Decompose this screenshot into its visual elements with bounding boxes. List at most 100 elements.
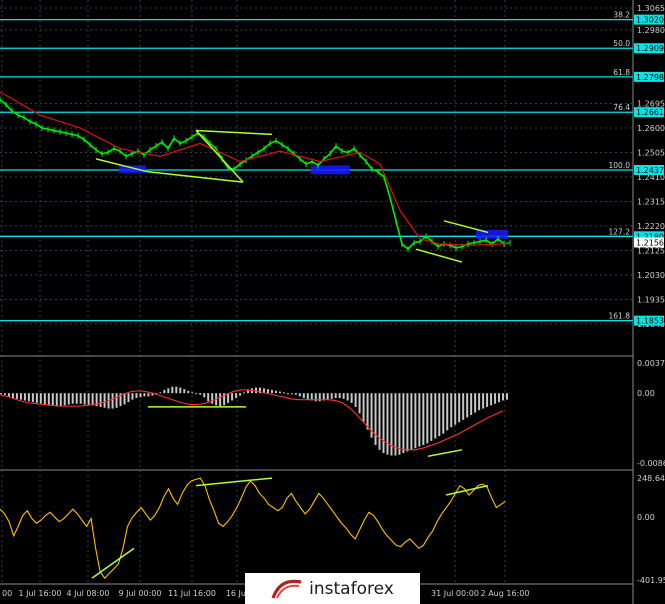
macd-bar-32: [127, 393, 130, 403]
macd-bar-82: [326, 393, 329, 400]
macd-bar-97: [386, 393, 389, 455]
macd-bar-121: [482, 393, 485, 409]
macd-bar-10: [39, 393, 42, 404]
fibo-label-1: 50.0: [613, 39, 630, 48]
macd-bar-103: [410, 393, 413, 450]
macd-bar-18: [71, 393, 74, 404]
price-tick-1: 1.2980: [637, 26, 665, 35]
price-tick-9: 1.2030: [637, 271, 665, 280]
macd-bar-89: [354, 393, 357, 407]
fibo-label-2: 61.8: [613, 68, 630, 77]
macd-bar-86: [342, 393, 345, 399]
price-tick-4: 1.2505: [637, 148, 665, 157]
time-tick-4: 11 Jul 16:00: [168, 589, 216, 598]
macd-bar-109: [434, 393, 437, 439]
macd-tick-1: 0.00: [637, 389, 655, 398]
macd-bar-124: [494, 393, 497, 404]
osc-tick-2: -401.958: [637, 576, 665, 585]
macd-bar-114: [454, 393, 457, 425]
macd-bar-40: [159, 392, 162, 394]
macd-bar-19: [75, 393, 78, 404]
macd-bar-9: [35, 393, 38, 403]
zone-1: [311, 165, 350, 175]
macd-bar-95: [378, 393, 381, 450]
macd-bar-13: [51, 393, 54, 406]
macd-bar-118: [470, 393, 473, 416]
macd-bar-59: [235, 393, 238, 399]
macd-bar-102: [406, 393, 409, 452]
macd-bar-60: [239, 393, 242, 396]
macd-bar-4: [15, 393, 18, 399]
fibo-label-3: 76.4: [613, 103, 630, 112]
macd-bar-43: [171, 386, 174, 394]
watermark: instaforex: [245, 573, 420, 604]
macd-bar-107: [426, 393, 429, 444]
macd-bar-36: [143, 393, 146, 397]
macd-bar-99: [394, 393, 397, 456]
macd-bar-26: [103, 393, 106, 408]
price-tick-0: 1.3065: [637, 4, 665, 13]
fibo-badge-text-0: 1.3020: [636, 16, 664, 25]
macd-bar-101: [402, 393, 405, 454]
macd-bar-47: [187, 390, 190, 394]
time-tick-6: 31 Jul 00:00: [431, 589, 479, 598]
macd-bar-92: [366, 393, 369, 430]
macd-bar-0: [0, 393, 2, 395]
macd-bar-77: [306, 393, 309, 400]
price-tick-10: 1.1935: [637, 295, 665, 304]
macd-bar-34: [135, 393, 138, 399]
instaforex-logo-icon: [271, 579, 302, 599]
macd-bar-75: [298, 393, 301, 397]
macd-bar-29: [115, 393, 118, 408]
fibo-label-0: 38.2: [613, 11, 630, 20]
macd-bar-105: [418, 393, 421, 447]
macd-bar-44: [175, 386, 178, 394]
fibo-label-4: 100.0: [609, 161, 631, 170]
osc-tick-0: 248.6406: [637, 474, 665, 483]
macd-bar-108: [430, 393, 433, 441]
macd-bar-55: [219, 393, 222, 407]
macd-bar-106: [422, 393, 425, 445]
macd-bar-14: [55, 393, 58, 407]
macd-bar-5: [19, 393, 22, 400]
macd-bar-28: [111, 393, 114, 409]
macd-bar-72: [286, 393, 289, 395]
macd-bar-96: [382, 393, 385, 454]
time-tick-1: 1 Jul 16:00: [19, 589, 62, 598]
macd-bar-68: [270, 389, 273, 394]
macd-bar-21: [83, 393, 86, 405]
fibo-label-5: 127.2: [609, 227, 631, 236]
osc-tick-1: 0.00: [637, 513, 655, 522]
macd-bar-127: [506, 393, 509, 400]
fibo-badge-text-2: 1.2798: [636, 73, 664, 82]
macd-bar-50: [199, 393, 202, 395]
macd-bar-37: [147, 393, 150, 397]
macd-bar-70: [278, 391, 281, 394]
macd-bar-111: [442, 393, 445, 434]
macd-bar-22: [87, 393, 90, 406]
macd-bar-91: [362, 393, 365, 422]
macd-bar-3: [11, 393, 14, 399]
macd-bar-100: [398, 393, 401, 455]
macd-bar-87: [346, 393, 349, 401]
price-tick-3: 1.2600: [637, 124, 665, 133]
macd-bar-35: [139, 393, 142, 398]
macd-bar-41: [163, 389, 166, 394]
macd-bar-120: [478, 393, 481, 411]
macd-bar-83: [330, 393, 333, 399]
macd-bar-76: [302, 393, 305, 399]
macd-bar-15: [59, 393, 62, 407]
macd-tick-0: 0.00373: [637, 359, 665, 368]
watermark-text: instaforex: [309, 578, 394, 599]
macd-bar-49: [195, 393, 198, 395]
macd-bar-33: [131, 393, 134, 400]
macd-bar-1: [3, 393, 6, 395]
fibo-badge-text-1: 1.2909: [636, 44, 664, 53]
macd-bar-113: [450, 393, 453, 428]
macd-bar-69: [274, 390, 277, 394]
price-tick-6: 1.2315: [637, 197, 665, 206]
macd-bar-16: [63, 393, 66, 406]
macd-bar-7: [27, 393, 30, 402]
macd-bar-94: [374, 393, 377, 445]
macd-bar-126: [502, 393, 505, 401]
